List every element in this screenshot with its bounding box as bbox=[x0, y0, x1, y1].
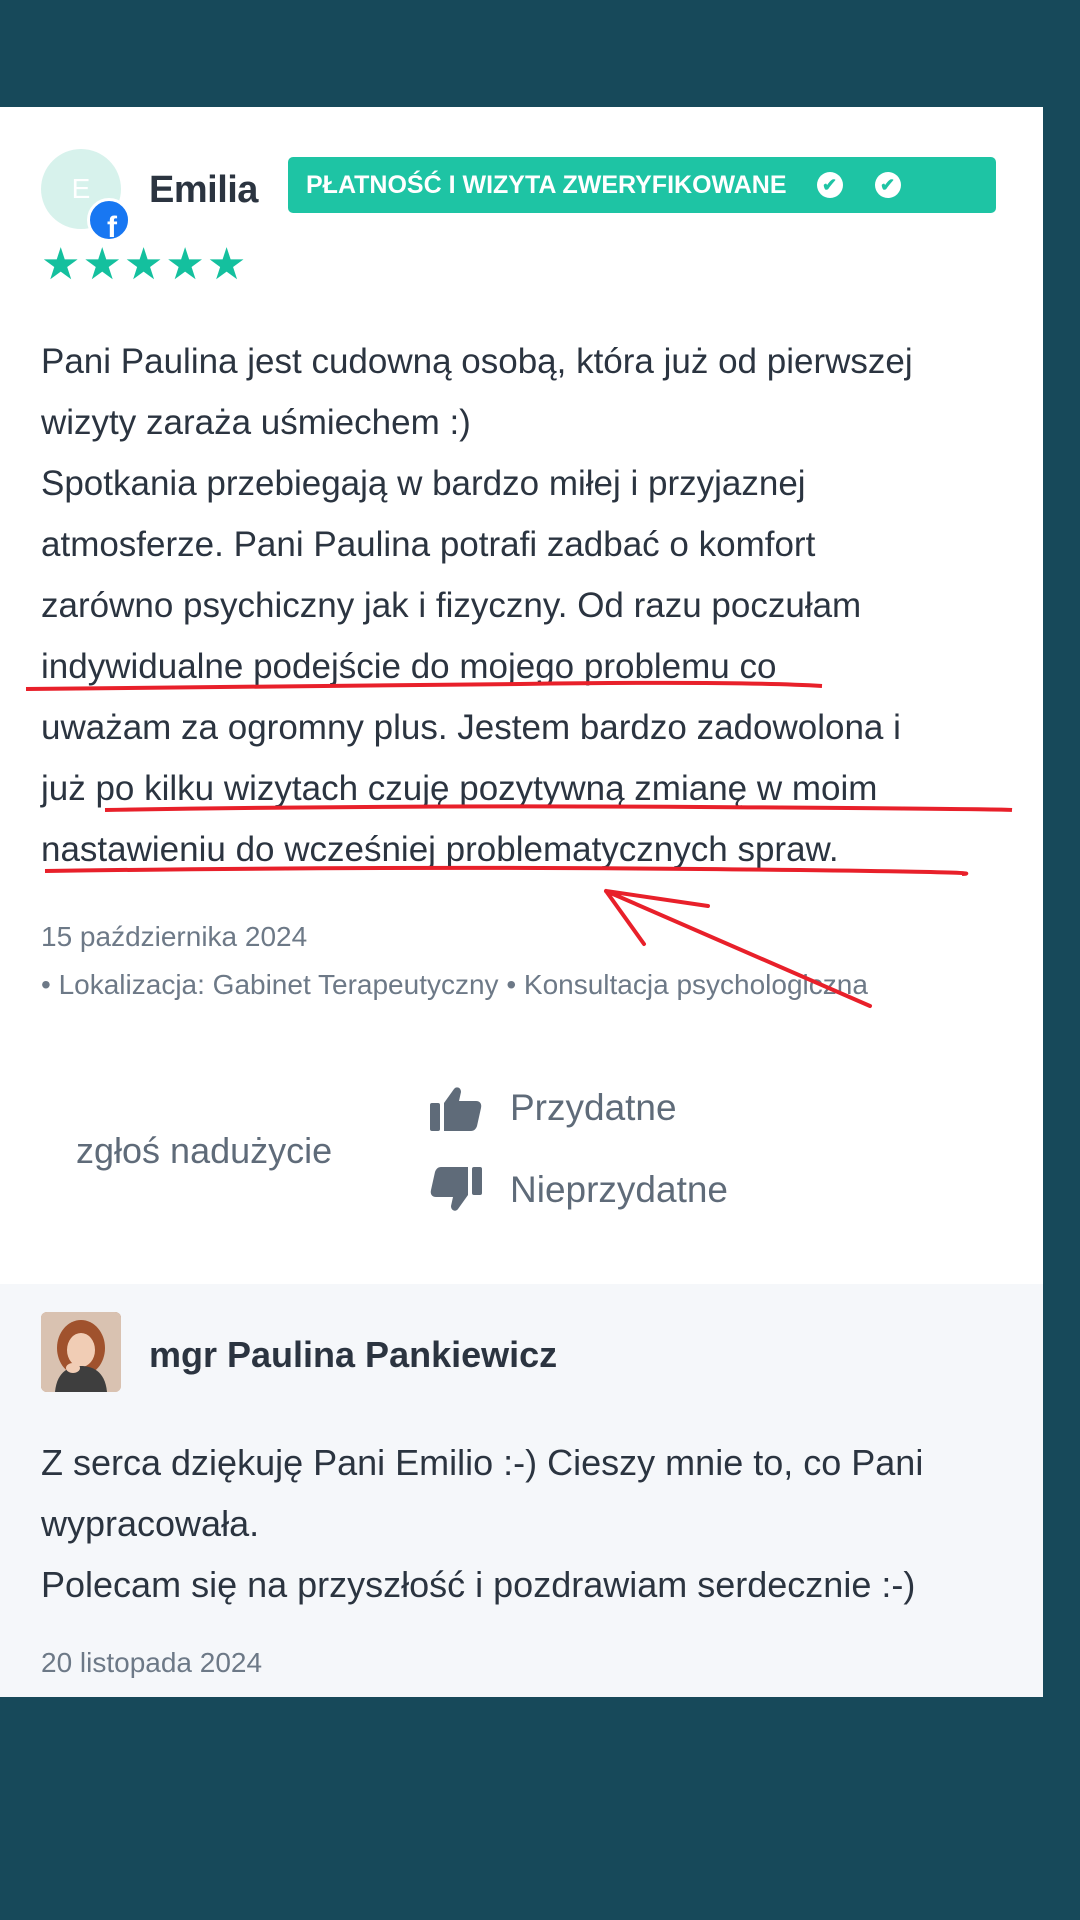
review-line: indywidualne podejście do mojego problem… bbox=[41, 647, 777, 686]
review-line: zarówno psychiczny jak i fizyczny. Od ra… bbox=[41, 586, 862, 625]
reply-line: Polecam się na przyszłość i pozdrawiam s… bbox=[41, 1564, 916, 1605]
review-line: nastawieniu do wcześniej problematycznyc… bbox=[41, 830, 839, 869]
rating-stars: ★ ★ ★ ★ ★ bbox=[41, 243, 246, 287]
review-line: uważam za ogromny plus. Jestem bardzo za… bbox=[41, 708, 901, 747]
thumbs-down-icon bbox=[430, 1167, 482, 1211]
helpful-button[interactable]: Przydatne bbox=[430, 1085, 677, 1131]
review-card: E f Emilia PŁATNOŚĆ I WIZYTA ZWERYFIKOWA… bbox=[0, 107, 1043, 1697]
helpful-label: Przydatne bbox=[510, 1087, 677, 1128]
doctor-name: mgr Paulina Pankiewicz bbox=[149, 1334, 558, 1375]
star-icon: ★ bbox=[41, 240, 81, 289]
star-icon: ★ bbox=[165, 240, 205, 289]
review: E f Emilia PŁATNOŚĆ I WIZYTA ZWERYFIKOWA… bbox=[0, 107, 1043, 1284]
star-icon: ★ bbox=[123, 240, 164, 289]
reply-text: Z serca dziękuję Pani Emilio :-) Cieszy … bbox=[41, 1432, 923, 1615]
review-line: wizyty zaraża uśmiechem :) bbox=[41, 403, 471, 442]
star-icon: ★ bbox=[206, 240, 247, 289]
check-icon: ✔ bbox=[816, 172, 843, 198]
star-icon: ★ bbox=[82, 240, 122, 289]
review-text: Pani Paulina jest cudowną osobą, która j… bbox=[41, 331, 1043, 880]
review-date: 15 października 2024 bbox=[41, 921, 308, 952]
reply-line: Z serca dziękuję Pani Emilio :-) Cieszy … bbox=[41, 1442, 924, 1483]
reply-date: 20 listopada 2024 bbox=[41, 1647, 263, 1678]
verified-badge-label: PŁATNOŚĆ I WIZYTA ZWERYFIKOWANE bbox=[306, 170, 787, 199]
verified-badge: PŁATNOŚĆ I WIZYTA ZWERYFIKOWANE ✔ ✔ bbox=[288, 157, 996, 213]
unhelpful-label: Nieprzydatne bbox=[510, 1169, 729, 1210]
review-meta: • Lokalizacja: Gabinet Terapeutyczny • K… bbox=[41, 969, 868, 1000]
report-abuse-link[interactable]: zgłoś nadużycie bbox=[76, 1130, 332, 1172]
reply-line: wypracowała. bbox=[41, 1503, 260, 1544]
review-line: Pani Paulina jest cudowną osobą, która j… bbox=[41, 342, 913, 381]
unhelpful-button[interactable]: Nieprzydatne bbox=[430, 1167, 728, 1213]
facebook-icon: f bbox=[87, 198, 131, 242]
review-line: atmosferze. Pani Paulina potrafi zadbać … bbox=[41, 525, 816, 564]
check-icon: ✔ bbox=[874, 172, 901, 198]
doctor-reply: mgr Paulina Pankiewicz Z serca dziękuję … bbox=[0, 1284, 1043, 1697]
thumbs-up-icon bbox=[430, 1087, 482, 1131]
review-line: już po kilku wizytach czuję pozytywną zm… bbox=[41, 769, 878, 808]
review-line: Spotkania przebiegają w bardzo miłej i p… bbox=[41, 464, 806, 503]
review-author: Emilia bbox=[149, 169, 258, 211]
doctor-avatar bbox=[41, 1312, 121, 1392]
